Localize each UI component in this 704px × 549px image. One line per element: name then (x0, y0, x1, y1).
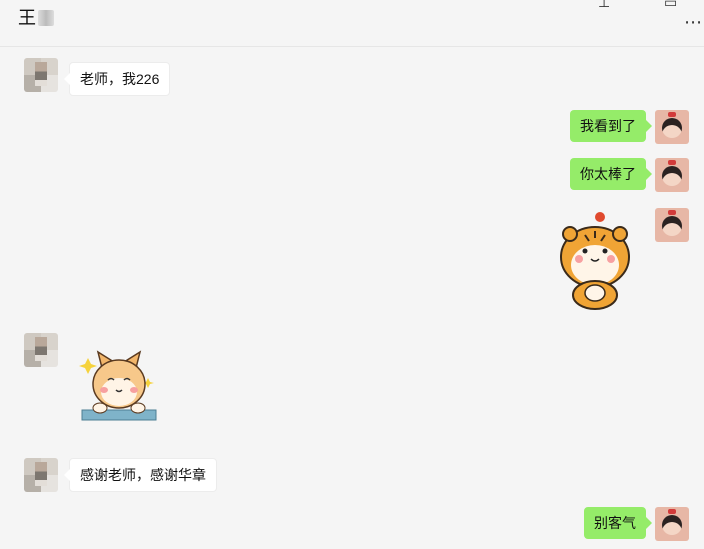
pin-icon[interactable]: ⊥ (598, 0, 610, 11)
contact-name[interactable]: 王 (18, 8, 54, 28)
my-avatar[interactable] (655, 158, 689, 192)
tiger-sticker[interactable] (555, 207, 637, 311)
teacher-avatar[interactable] (24, 458, 58, 492)
message-bubble-outgoing[interactable]: 你太棒了 (570, 158, 652, 190)
chat-header: 王 ⊥ ▭ ⋯ (0, 0, 704, 47)
message-bubble-incoming[interactable]: 老师，我226 (63, 62, 171, 96)
window-icon[interactable]: ▭ (664, 0, 677, 11)
message-bubble-outgoing[interactable]: 别客气 (584, 507, 652, 539)
baby-face-icon (662, 166, 682, 186)
bow-icon (668, 160, 676, 165)
bow-icon (668, 509, 676, 514)
my-avatar[interactable] (655, 208, 689, 242)
bow-icon (668, 112, 676, 117)
message-bubble-incoming[interactable]: 感谢老师，感谢华章 (64, 458, 217, 492)
contact-name-text: 王 (18, 8, 36, 28)
message-bubble-outgoing[interactable]: 我看到了 (570, 110, 652, 142)
cat-sticker[interactable] (78, 348, 160, 424)
baby-face-icon (662, 216, 682, 236)
teacher-avatar[interactable] (24, 333, 58, 367)
my-avatar[interactable] (655, 110, 689, 144)
teacher-avatar[interactable] (24, 58, 58, 92)
my-avatar[interactable] (655, 507, 689, 541)
more-icon[interactable]: ⋯ (684, 12, 702, 33)
blurred-name (38, 10, 54, 26)
bow-icon (668, 210, 676, 215)
baby-face-icon (662, 515, 682, 535)
baby-face-icon (662, 118, 682, 138)
